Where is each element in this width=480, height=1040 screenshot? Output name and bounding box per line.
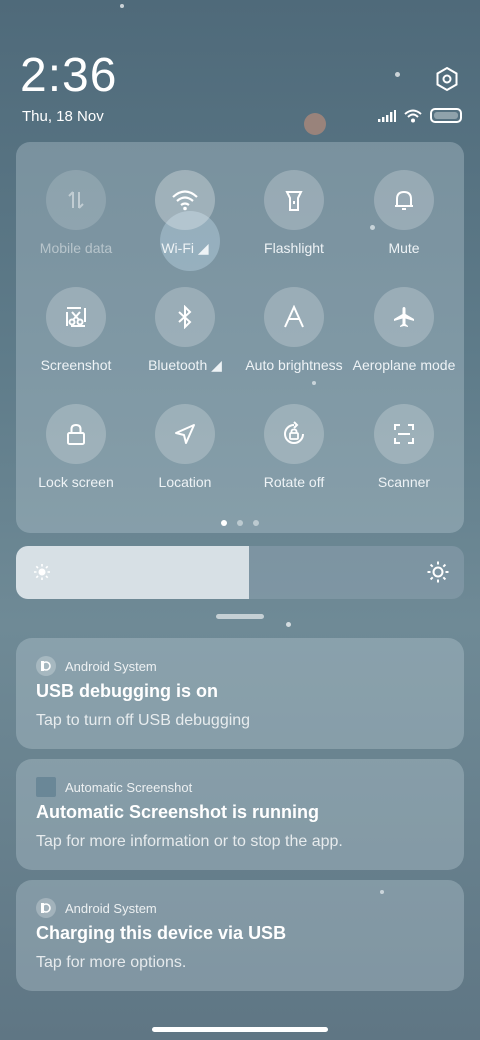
gesture-navigation-bar[interactable] bbox=[152, 1027, 328, 1032]
signal-icon bbox=[378, 109, 396, 122]
tile-rotate[interactable]: Rotate off bbox=[239, 404, 349, 490]
wifi-icon bbox=[172, 190, 198, 211]
date: Thu, 18 Nov bbox=[22, 108, 104, 125]
expand-arrow-icon: ◢ bbox=[197, 240, 209, 256]
clock: 2:36 bbox=[20, 49, 118, 102]
bell-icon bbox=[395, 190, 413, 210]
mobile-data-icon bbox=[68, 191, 84, 209]
battery-icon bbox=[430, 108, 462, 123]
page-indicator bbox=[221, 520, 259, 526]
quick-settings-panel: Mobile data Wi-Fi ◢ Flashlight Mute Scre… bbox=[16, 142, 464, 533]
tile-label: Mobile data bbox=[39, 240, 113, 256]
notification-title: USB debugging is on bbox=[36, 681, 218, 701]
tile-label: Mute bbox=[388, 240, 420, 256]
tile-label: Bluetooth bbox=[148, 357, 208, 373]
notification-card[interactable]: Automatic Screenshot Automatic Screensho… bbox=[16, 759, 464, 870]
notification-title: Automatic Screenshot is running bbox=[36, 802, 320, 822]
planet-decoration bbox=[304, 113, 326, 135]
tile-label: Wi-Fi bbox=[161, 240, 194, 256]
notification-title: Charging this device via USB bbox=[36, 923, 287, 943]
auto-brightness-icon bbox=[284, 305, 304, 328]
tile-label: Aeroplane mode bbox=[352, 357, 456, 373]
notification-app-name: Android System bbox=[65, 658, 157, 674]
automatic-screenshot-app-icon bbox=[36, 777, 56, 797]
tile-bluetooth[interactable]: Bluetooth ◢ bbox=[130, 287, 240, 374]
page-dot bbox=[237, 520, 243, 526]
tile-lock-screen[interactable]: Lock screen bbox=[21, 404, 131, 490]
drag-handle[interactable] bbox=[216, 614, 264, 619]
notification-body: Tap for more information or to stop the … bbox=[36, 833, 343, 850]
status-icons bbox=[378, 108, 462, 123]
tile-mobile-data[interactable]: Mobile data bbox=[21, 170, 131, 256]
bluetooth-icon bbox=[178, 305, 192, 329]
tile-screenshot[interactable]: Screenshot bbox=[21, 287, 131, 373]
flashlight-icon bbox=[285, 191, 303, 211]
tile-label: Screenshot bbox=[40, 357, 112, 373]
airplane-icon bbox=[394, 307, 414, 327]
tile-label: Rotate off bbox=[263, 474, 325, 490]
tile-label: Lock screen bbox=[38, 474, 114, 490]
brightness-slider[interactable] bbox=[16, 546, 464, 599]
expand-arrow-icon: ◢ bbox=[211, 357, 222, 373]
notification-card[interactable]: Android System Charging this device via … bbox=[16, 880, 464, 991]
settings-button[interactable] bbox=[434, 66, 460, 92]
page-dot bbox=[253, 520, 259, 526]
tile-label: Flashlight bbox=[264, 240, 324, 256]
notification-body: Tap to turn off USB debugging bbox=[36, 712, 251, 729]
android-system-icon bbox=[36, 656, 56, 676]
settings-hex-icon bbox=[436, 66, 458, 92]
tile-aeroplane-mode[interactable]: Aeroplane mode bbox=[349, 287, 459, 373]
notification-app-name: Automatic Screenshot bbox=[65, 779, 193, 795]
notification-card[interactable]: Android System USB debugging is on Tap t… bbox=[16, 638, 464, 749]
notification-app-name: Android System bbox=[65, 900, 157, 916]
tile-auto-brightness[interactable]: Auto brightness bbox=[239, 287, 349, 373]
screenshot-icon bbox=[66, 307, 86, 327]
tile-flashlight[interactable]: Flashlight bbox=[239, 170, 349, 256]
location-icon bbox=[175, 424, 195, 444]
wifi-status-icon bbox=[404, 109, 422, 122]
tile-label: Auto brightness bbox=[245, 357, 343, 373]
tile-wifi[interactable]: Wi-Fi ◢ bbox=[130, 170, 240, 257]
notification-body: Tap for more options. bbox=[36, 954, 187, 971]
tile-label: Scanner bbox=[377, 474, 431, 490]
android-system-icon bbox=[36, 898, 56, 918]
rotate-lock-icon bbox=[284, 421, 304, 444]
scanner-icon bbox=[394, 424, 414, 444]
tile-scanner[interactable]: Scanner bbox=[349, 404, 459, 490]
brightness-high-icon bbox=[427, 561, 449, 583]
lock-icon bbox=[67, 423, 85, 445]
tile-location[interactable]: Location bbox=[130, 404, 240, 490]
brightness-low-icon bbox=[34, 564, 50, 580]
tile-mute[interactable]: Mute bbox=[349, 170, 459, 256]
tile-label: Location bbox=[158, 474, 212, 490]
page-dot-active bbox=[221, 520, 227, 526]
